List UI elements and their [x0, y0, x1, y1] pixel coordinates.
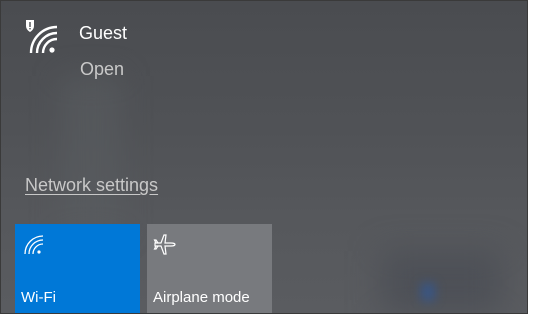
network-status: Open [80, 59, 125, 79]
wifi-icon [24, 235, 44, 255]
backdrop-blur [381, 251, 501, 313]
wifi-toggle-tile[interactable]: Wi-Fi [15, 224, 140, 313]
airplane-icon [153, 234, 176, 255]
airplane-mode-toggle-tile[interactable]: Airplane mode [147, 224, 272, 313]
network-settings-link[interactable]: Network settings [25, 175, 158, 196]
wifi-secured-warning-icon [26, 20, 58, 54]
network-list-item-guest[interactable]: Guest Open [1, 1, 527, 101]
airplane-mode-tile-label: Airplane mode [153, 289, 250, 306]
network-flyout: Guest Open Network settings Wi-Fi Airpla… [0, 0, 528, 314]
backdrop-blur [421, 283, 435, 301]
network-name: Guest [79, 23, 128, 43]
wifi-tile-label: Wi-Fi [21, 289, 56, 306]
